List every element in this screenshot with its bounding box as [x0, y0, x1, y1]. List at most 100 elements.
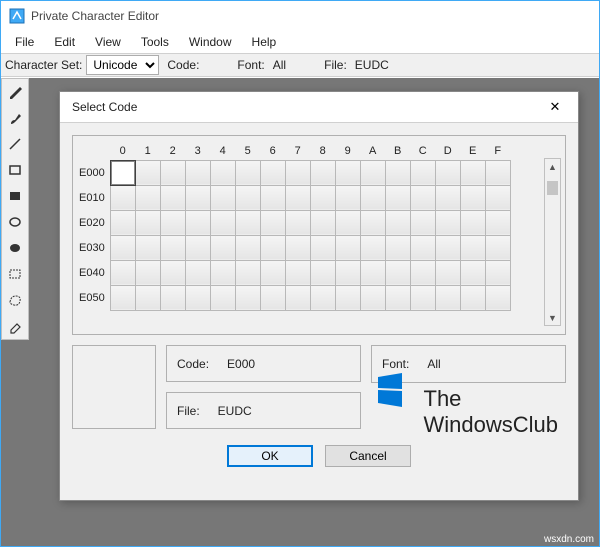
grid-cell[interactable]: [110, 260, 135, 285]
grid-cell[interactable]: [360, 260, 385, 285]
grid-cell[interactable]: [435, 260, 460, 285]
grid-cell[interactable]: [310, 160, 335, 185]
grid-cell[interactable]: [410, 185, 435, 210]
grid-cell[interactable]: [310, 210, 335, 235]
grid-cell[interactable]: [235, 210, 260, 235]
grid-cell[interactable]: [310, 260, 335, 285]
grid-cell[interactable]: [285, 260, 310, 285]
menu-view[interactable]: View: [85, 33, 131, 51]
grid-cell[interactable]: [260, 285, 285, 310]
grid-cell[interactable]: [385, 160, 410, 185]
grid-cell[interactable]: [335, 260, 360, 285]
tool-ellipse-outline[interactable]: [2, 209, 28, 235]
grid-cell[interactable]: [160, 285, 185, 310]
grid-cell[interactable]: [110, 160, 135, 185]
tool-eraser[interactable]: [2, 313, 28, 339]
grid-cell[interactable]: [385, 235, 410, 260]
grid-cell[interactable]: [235, 235, 260, 260]
grid-cell[interactable]: [185, 235, 210, 260]
charset-select[interactable]: Unicode: [86, 55, 159, 75]
grid-cell[interactable]: [435, 235, 460, 260]
grid-cell[interactable]: [360, 185, 385, 210]
grid-cell[interactable]: [310, 285, 335, 310]
grid-cell[interactable]: [460, 160, 485, 185]
tool-select-rect[interactable]: [2, 261, 28, 287]
grid-cell[interactable]: [460, 185, 485, 210]
tool-line[interactable]: [2, 131, 28, 157]
grid-cell[interactable]: [335, 210, 360, 235]
grid-cell[interactable]: [485, 160, 510, 185]
tool-ellipse-fill[interactable]: [2, 235, 28, 261]
grid-cell[interactable]: [360, 235, 385, 260]
grid-cell[interactable]: [410, 160, 435, 185]
grid-cell[interactable]: [160, 185, 185, 210]
grid-cell[interactable]: [285, 160, 310, 185]
grid-cell[interactable]: [260, 160, 285, 185]
grid-cell[interactable]: [485, 285, 510, 310]
grid-cell[interactable]: [210, 285, 235, 310]
grid-cell[interactable]: [235, 185, 260, 210]
grid-cell[interactable]: [210, 210, 235, 235]
grid-cell[interactable]: [235, 285, 260, 310]
grid-cell[interactable]: [135, 285, 160, 310]
grid-cell[interactable]: [260, 260, 285, 285]
grid-cell[interactable]: [335, 285, 360, 310]
grid-cell[interactable]: [210, 185, 235, 210]
grid-cell[interactable]: [385, 285, 410, 310]
scroll-up-icon[interactable]: ▲: [545, 159, 560, 174]
grid-cell[interactable]: [360, 210, 385, 235]
grid-cell[interactable]: [110, 235, 135, 260]
grid-cell[interactable]: [460, 260, 485, 285]
scroll-down-icon[interactable]: ▼: [545, 310, 560, 325]
tool-select-free[interactable]: [2, 287, 28, 313]
grid-cell[interactable]: [185, 160, 210, 185]
menu-edit[interactable]: Edit: [44, 33, 85, 51]
tool-pencil[interactable]: [2, 79, 28, 105]
grid-cell[interactable]: [160, 260, 185, 285]
grid-cell[interactable]: [210, 160, 235, 185]
menu-tools[interactable]: Tools: [131, 33, 179, 51]
grid-cell[interactable]: [360, 285, 385, 310]
grid-cell[interactable]: [385, 185, 410, 210]
grid-cell[interactable]: [310, 235, 335, 260]
grid-cell[interactable]: [285, 210, 310, 235]
grid-cell[interactable]: [110, 210, 135, 235]
ok-button[interactable]: OK: [227, 445, 313, 467]
grid-cell[interactable]: [285, 235, 310, 260]
tool-brush[interactable]: [2, 105, 28, 131]
menu-window[interactable]: Window: [179, 33, 242, 51]
grid-cell[interactable]: [410, 260, 435, 285]
grid-cell[interactable]: [310, 185, 335, 210]
grid-cell[interactable]: [360, 160, 385, 185]
grid-cell[interactable]: [485, 260, 510, 285]
grid-cell[interactable]: [410, 235, 435, 260]
grid-cell[interactable]: [160, 160, 185, 185]
grid-cell[interactable]: [135, 260, 160, 285]
cancel-button[interactable]: Cancel: [325, 445, 411, 467]
grid-cell[interactable]: [185, 260, 210, 285]
grid-cell[interactable]: [485, 185, 510, 210]
grid-cell[interactable]: [285, 285, 310, 310]
grid-cell[interactable]: [385, 210, 410, 235]
scroll-thumb[interactable]: [547, 181, 558, 195]
grid-cell[interactable]: [135, 185, 160, 210]
grid-cell[interactable]: [435, 160, 460, 185]
grid-cell[interactable]: [185, 285, 210, 310]
grid-cell[interactable]: [460, 285, 485, 310]
grid-cell[interactable]: [185, 185, 210, 210]
grid-cell[interactable]: [110, 185, 135, 210]
grid-cell[interactable]: [285, 185, 310, 210]
grid-cell[interactable]: [410, 210, 435, 235]
menu-help[interactable]: Help: [242, 33, 287, 51]
grid-cell[interactable]: [485, 235, 510, 260]
grid-cell[interactable]: [210, 260, 235, 285]
grid-cell[interactable]: [160, 235, 185, 260]
grid-cell[interactable]: [435, 185, 460, 210]
grid-cell[interactable]: [335, 160, 360, 185]
grid-cell[interactable]: [260, 210, 285, 235]
grid-cell[interactable]: [435, 285, 460, 310]
grid-cell[interactable]: [335, 235, 360, 260]
grid-cell[interactable]: [185, 210, 210, 235]
grid-cell[interactable]: [135, 160, 160, 185]
tool-rect-fill[interactable]: [2, 183, 28, 209]
